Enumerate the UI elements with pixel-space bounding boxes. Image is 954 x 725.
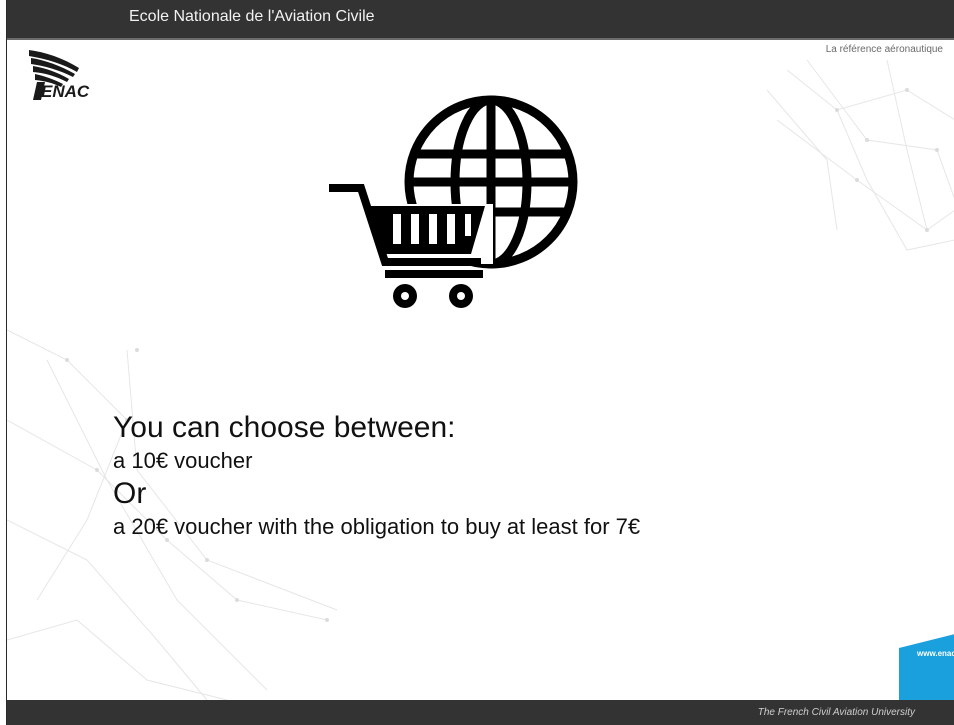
url-badge — [899, 634, 954, 700]
header-stripe — [7, 38, 954, 40]
cart-globe-illustration — [329, 95, 578, 308]
website-url[interactable]: www.enac. — [917, 649, 954, 658]
tagline: La référence aéronautique — [825, 44, 943, 55]
footer-bar: The French Civil Aviation University — [7, 700, 954, 725]
header-bar: Ecole Nationale de l'Aviation Civile — [7, 0, 954, 40]
content-line-4: a 20€ voucher with the obligation to buy… — [113, 514, 641, 539]
enac-wing-logo: ENAC — [29, 50, 90, 101]
slide: Ecole Nationale de l'Aviation Civile La … — [6, 0, 954, 725]
logo-text: ENAC — [41, 82, 90, 101]
content-line-2: a 10€ voucher — [113, 448, 253, 473]
shopping-cart-icon — [329, 184, 485, 308]
content-line-3: Or — [113, 477, 147, 510]
footer-slogan: The French Civil Aviation University — [757, 707, 915, 718]
institution-name: Ecole Nationale de l'Aviation Civile — [129, 8, 375, 25]
content-line-1: You can choose between: — [113, 411, 456, 444]
content-block: You can choose between: a 10€ voucher Or… — [113, 410, 640, 542]
